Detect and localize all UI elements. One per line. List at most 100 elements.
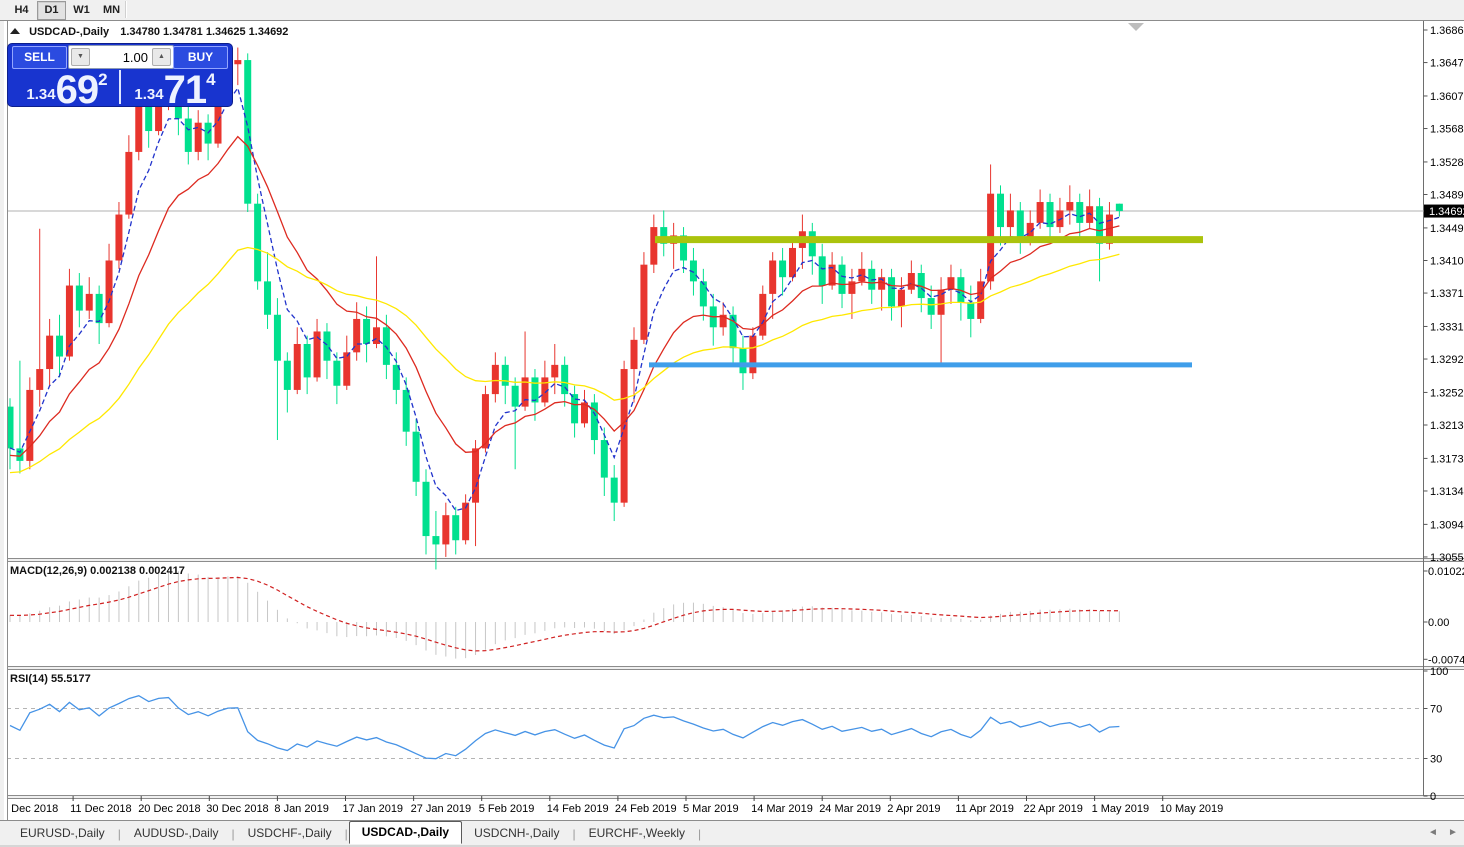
macd-axis-label: -0.007477	[1428, 654, 1464, 666]
buy-price-prefix: 1.34	[134, 86, 163, 103]
candle	[442, 515, 449, 544]
candle	[304, 344, 311, 377]
tab-scroll-right-icon[interactable]: ►	[1448, 827, 1458, 838]
price-axis-label: 1.34890	[1430, 190, 1464, 202]
buy-price-display[interactable]: 1.34714	[124, 68, 226, 106]
price-axis-label: 1.30940	[1430, 519, 1464, 531]
candle	[373, 327, 380, 344]
candle	[928, 298, 935, 315]
price-axis-label: 1.32130	[1430, 420, 1464, 432]
candle	[700, 281, 707, 306]
candle	[531, 377, 538, 402]
candle	[254, 204, 261, 282]
candle	[96, 294, 103, 323]
date-axis-label: 30 Dec 2018	[206, 803, 268, 815]
candle	[1086, 206, 1093, 223]
price-axis-label: 1.30550	[1430, 552, 1464, 564]
chart-tab-eurchf-weekly[interactable]: EURCHF-,Weekly	[577, 823, 697, 844]
candle	[234, 60, 241, 64]
candle	[839, 265, 846, 294]
candle	[502, 365, 509, 386]
candle	[739, 348, 746, 373]
candle	[145, 106, 152, 131]
candle	[1066, 202, 1073, 210]
chart-symbol-label: USDCAD-,Daily	[29, 26, 109, 38]
candle	[106, 260, 113, 323]
candle	[749, 336, 756, 374]
date-axis-label: 1 May 2019	[1092, 803, 1149, 815]
candle	[789, 248, 796, 277]
candle	[383, 327, 390, 365]
candle	[551, 365, 558, 378]
date-axis-label: 5 Mar 2019	[683, 803, 739, 815]
price-axis-label: 1.36860	[1430, 25, 1464, 37]
timeframe-button-mn[interactable]: MN	[97, 1, 126, 20]
timeframe-button-w1[interactable]: W1	[67, 1, 96, 20]
buy-button[interactable]: BUY	[173, 46, 228, 69]
resistance-line[interactable]	[655, 236, 1203, 243]
candle	[264, 281, 271, 314]
candle	[1116, 204, 1123, 211]
date-axis-label: 14 Mar 2019	[751, 803, 813, 815]
candle	[413, 432, 420, 482]
candle	[46, 336, 53, 369]
candle	[323, 331, 330, 360]
volume-input[interactable]	[86, 48, 150, 66]
timeframe-button-d1[interactable]: D1	[37, 1, 66, 20]
candle	[115, 215, 122, 261]
support-line[interactable]	[649, 362, 1192, 367]
candle	[294, 344, 301, 390]
sell-button[interactable]: SELL	[12, 46, 67, 69]
date-axis-label: 2 Apr 2019	[887, 803, 940, 815]
window-left-border	[0, 21, 8, 820]
date-axis-label: 14 Feb 2019	[547, 803, 609, 815]
price-axis-label: 1.34490	[1430, 223, 1464, 235]
volume-increase-button[interactable]: ▲	[152, 48, 171, 66]
date-axis-label: 24 Mar 2019	[819, 803, 881, 815]
chart-tab-usdchf-daily[interactable]: USDCHF-,Daily	[236, 823, 344, 844]
candle	[997, 194, 1004, 227]
candle	[244, 60, 251, 204]
candle	[611, 478, 618, 503]
date-axis-label: 10 May 2019	[1160, 803, 1224, 815]
chart-tab-eurusd-daily[interactable]: EURUSD-,Daily	[8, 823, 117, 844]
sell-price-main: 69	[56, 68, 99, 112]
candle	[284, 361, 291, 390]
macd-axis-label: 0.00	[1428, 617, 1449, 629]
candle	[779, 260, 786, 277]
date-axis-label: 20 Dec 2018	[138, 803, 200, 815]
trading-app-window: H4 D1 W1 MN 1.368601.364701.360701.35680…	[0, 0, 1464, 847]
chart-tab-usdcad-daily[interactable]: USDCAD-,Daily	[349, 821, 462, 844]
price-axis-label: 1.32520	[1430, 387, 1464, 399]
candle	[343, 352, 350, 385]
candle	[185, 119, 192, 152]
sell-price-prefix: 1.34	[26, 86, 55, 103]
price-axis-label: 1.36470	[1430, 58, 1464, 70]
chart-canvas[interactable]: 1.368601.364701.360701.356801.352801.348…	[0, 0, 1464, 847]
tab-separator: |	[697, 827, 702, 841]
chart-tab-audusd-daily[interactable]: AUDUSD-,Daily	[122, 823, 231, 844]
candle	[640, 265, 647, 340]
chart-title: USDCAD-,Daily 1.34780 1.34781 1.34625 1.…	[10, 26, 288, 38]
price-axis-label: 1.32920	[1430, 354, 1464, 366]
tab-scroll-left-icon[interactable]: ◄	[1428, 827, 1438, 838]
rsi-indicator-label: RSI(14) 55.5177	[10, 673, 91, 685]
candle	[809, 231, 816, 256]
price-axis-label: 1.35280	[1430, 157, 1464, 169]
candle	[135, 106, 142, 152]
candle	[36, 369, 43, 390]
chart-tab-usdcnh-daily[interactable]: USDCNH-,Daily	[462, 823, 571, 844]
candle	[492, 365, 499, 394]
rsi-axis-label: 100	[1430, 666, 1448, 678]
candle	[888, 277, 895, 306]
candle	[1076, 202, 1083, 223]
candle	[472, 448, 479, 502]
date-axis-label: 17 Jan 2019	[343, 803, 404, 815]
timeframe-button-h4[interactable]: H4	[7, 1, 36, 20]
collapse-panel-icon[interactable]	[10, 28, 20, 34]
date-axis-label: 11 Dec 2018	[70, 803, 132, 815]
candle	[769, 260, 776, 293]
candle	[650, 227, 657, 265]
candle	[423, 482, 430, 536]
sell-price-display[interactable]: 1.34692	[16, 68, 118, 106]
